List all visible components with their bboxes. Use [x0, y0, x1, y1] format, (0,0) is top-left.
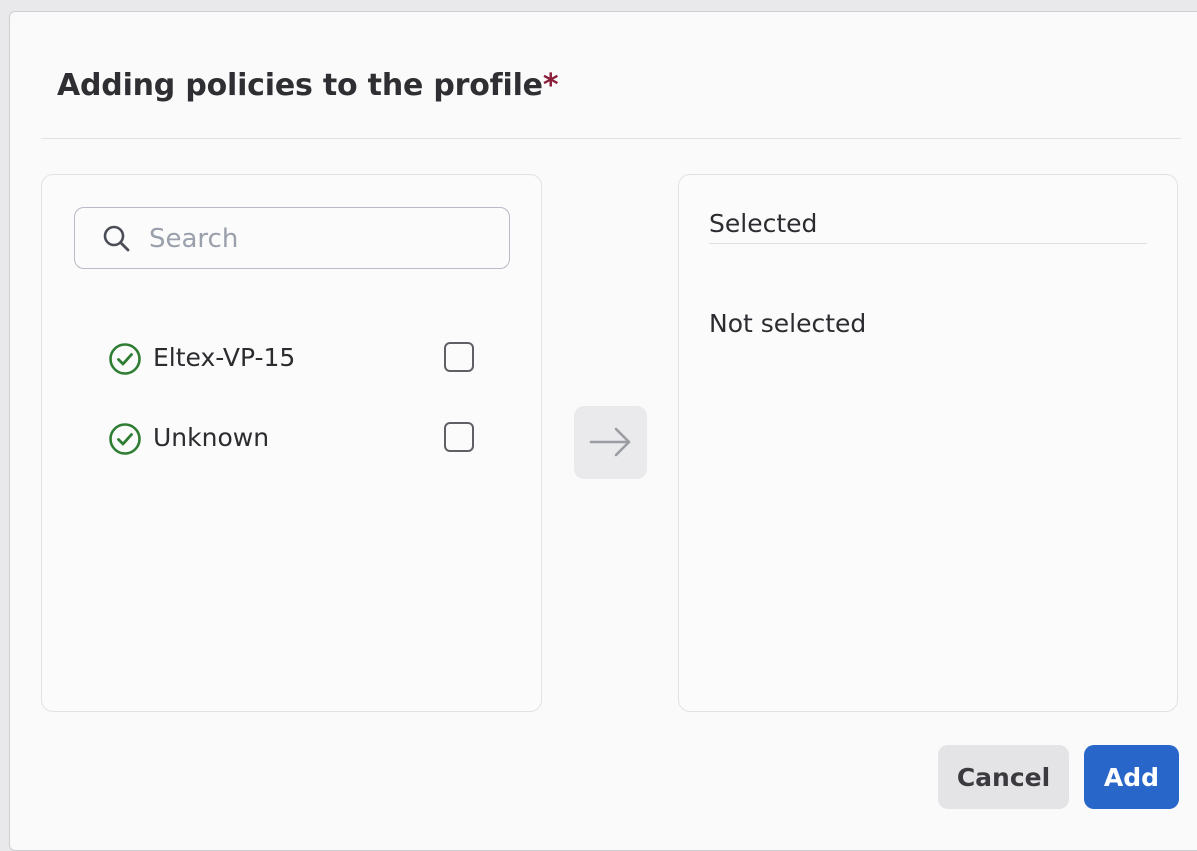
list-item-label: Eltex-VP-15	[153, 343, 296, 372]
add-policies-dialog: Adding policies to the profile* Eltex-VP…	[9, 11, 1197, 851]
selected-header: Selected	[709, 209, 818, 238]
check-circle-icon	[109, 423, 141, 455]
list-item-checkbox[interactable]	[444, 342, 474, 372]
search-input[interactable]	[147, 218, 491, 260]
search-box[interactable]	[74, 207, 510, 269]
arrow-right-icon	[589, 427, 631, 457]
list-item-checkbox[interactable]	[444, 422, 474, 452]
required-asterisk: *	[542, 68, 559, 103]
list-item-label: Unknown	[153, 423, 270, 452]
list-item-unknown[interactable]: Unknown	[108, 419, 478, 459]
selected-policies-panel: Selected Not selected	[678, 174, 1178, 712]
check-circle-icon	[109, 343, 141, 375]
title-divider	[41, 138, 1181, 139]
selected-divider	[709, 243, 1147, 244]
list-item-eltex-vp-15[interactable]: Eltex-VP-15	[108, 339, 478, 379]
move-right-button[interactable]	[574, 406, 647, 479]
dialog-title-text: Adding policies to the profile	[57, 68, 543, 103]
available-policies-panel: Eltex-VP-15 Unknown	[41, 174, 542, 712]
add-button[interactable]: Add	[1084, 745, 1179, 809]
empty-state-text: Not selected	[709, 309, 867, 338]
search-icon	[103, 225, 130, 252]
cancel-button[interactable]: Cancel	[938, 745, 1069, 809]
dialog-title: Adding policies to the profile*	[57, 68, 559, 103]
